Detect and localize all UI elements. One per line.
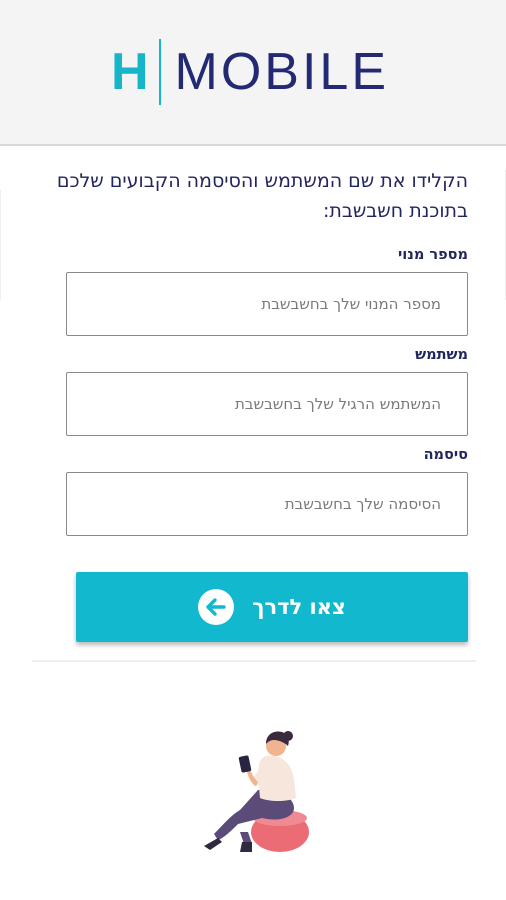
login-instructions: הקלידו את שם המשתמש והסיסמה הקבועים שלכם… [56, 170, 468, 222]
password-input[interactable] [66, 472, 468, 536]
logo-letter: H [110, 43, 149, 101]
logo-divider [158, 39, 161, 105]
account-number-label: מספר מנוי [398, 247, 468, 263]
app-header: H MOBILE [0, 0, 506, 146]
submit-label: צאו לדרך [252, 595, 346, 619]
submit-button[interactable]: צאו לדרך [76, 572, 468, 642]
account-number-input[interactable] [66, 272, 468, 336]
woman-sitting-with-phone-illustration [204, 731, 309, 852]
username-input[interactable] [66, 372, 468, 436]
side-divider [0, 190, 1, 300]
logo-wordmark: MOBILE [174, 43, 390, 101]
section-divider [32, 660, 476, 662]
username-label: משתמש [415, 347, 468, 363]
password-label: סיסמה [423, 447, 468, 463]
hmobile-logo: H MOBILE [111, 37, 389, 107]
arrow-left-circle-icon [198, 589, 235, 625]
